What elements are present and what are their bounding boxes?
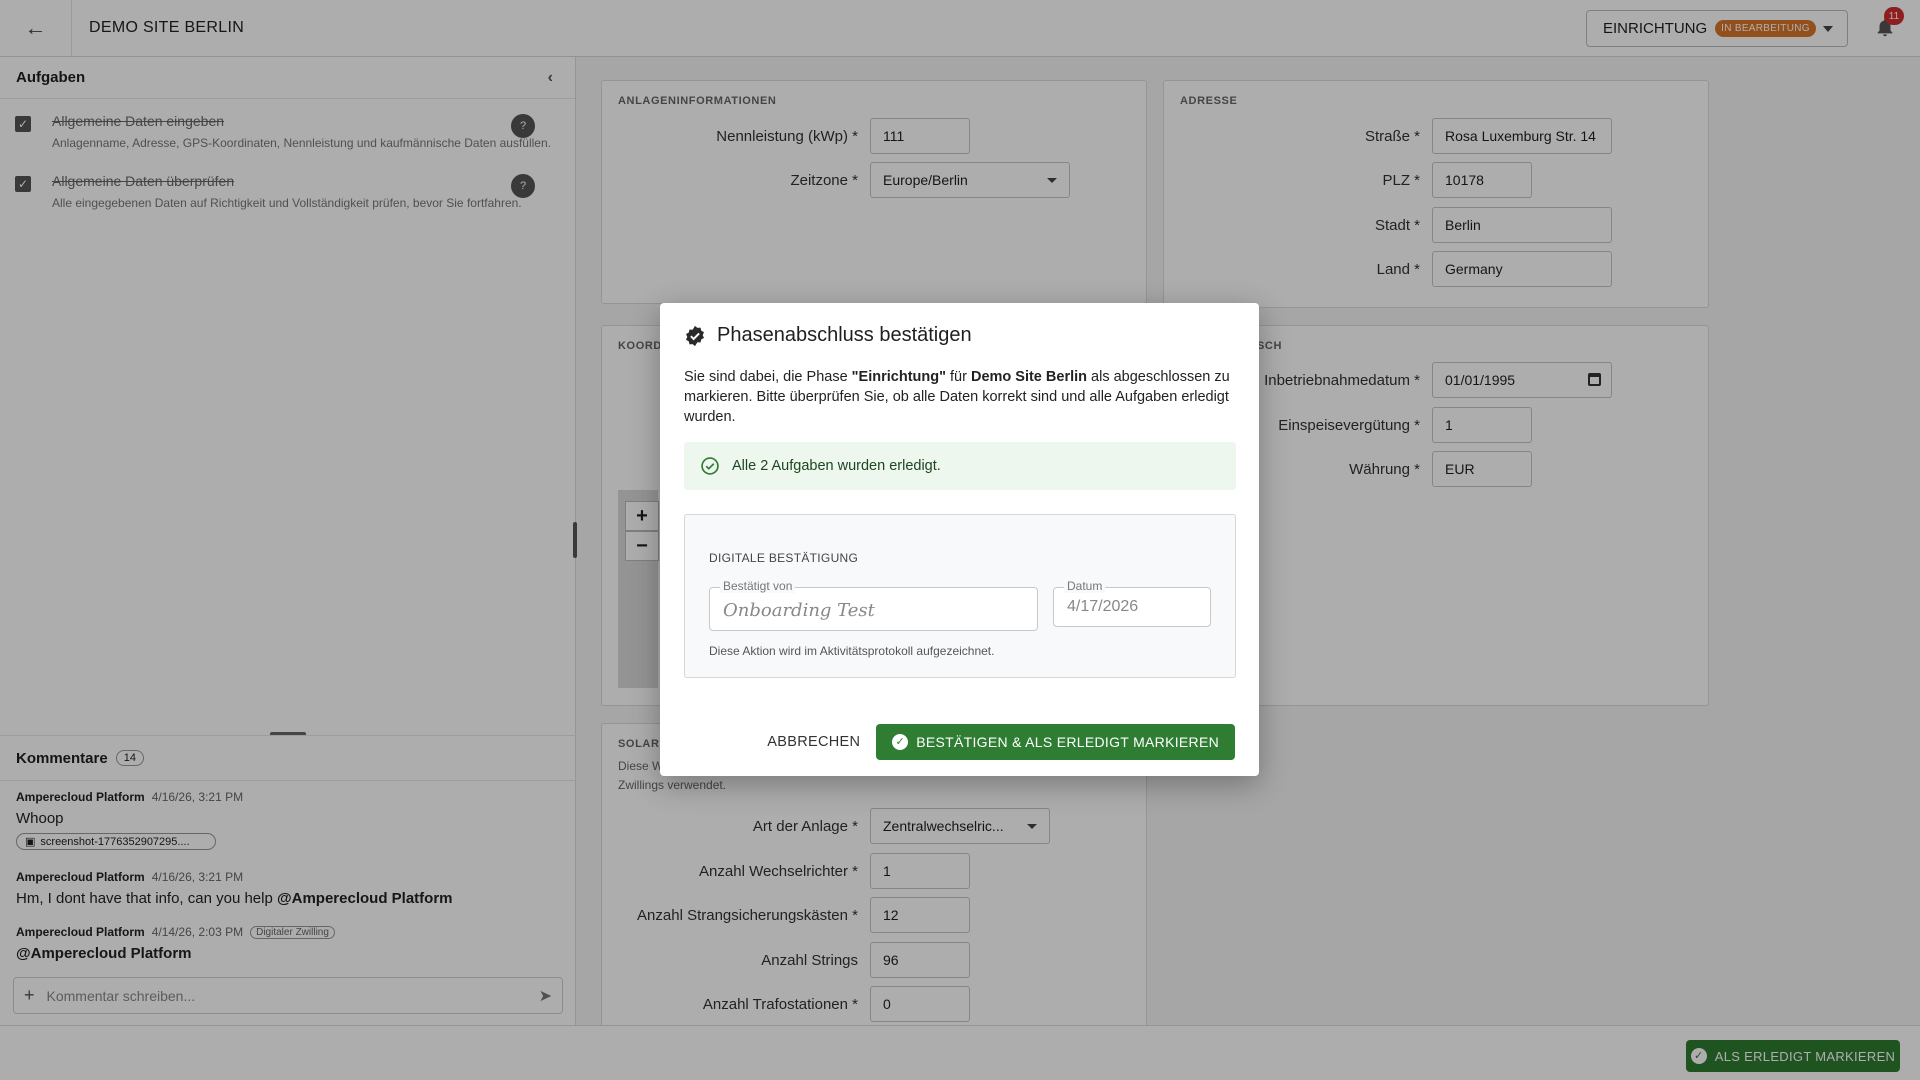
site-name: Demo Site Berlin [970,369,1087,385]
date-field: Datum 4/17/2026 [1053,579,1211,627]
confirm-phase-dialog: Phasenabschluss bestätigen Sie sind dabe… [660,303,1259,776]
confirmed-by-field[interactable]: Bestätigt von Onboarding Test [709,579,1038,631]
confirmed-by-value: Onboarding Test [723,600,875,621]
signature-note: Diese Aktion wird im Aktivitätsprotokoll… [709,644,995,658]
confirm-label: BESTÄTIGEN & ALS ERLEDIGT MARKIEREN [916,734,1219,750]
field-legend: Datum [1064,579,1106,593]
dialog-title-text: Phasenabschluss bestätigen [717,324,972,346]
date-value: 4/17/2026 [1067,598,1139,615]
message-part: für [945,369,971,385]
dialog-actions: ABBRECHEN ✓ BESTÄTIGEN & ALS ERLEDIGT MA… [767,724,1235,760]
phase-name: "Einrichtung" [851,369,946,385]
dialog-title: Phasenabschluss bestätigen [684,324,972,347]
success-text: Alle 2 Aufgaben wurden erledigt. [732,458,941,474]
check-circle-icon: ✓ [892,734,909,750]
check-circle-outline-icon [701,457,719,475]
confirm-button[interactable]: ✓ BESTÄTIGEN & ALS ERLEDIGT MARKIEREN [876,724,1235,760]
success-alert: Alle 2 Aufgaben wurden erledigt. [684,442,1236,490]
verified-icon [686,325,704,346]
dialog-message: Sie sind dabei, die Phase "Einrichtung" … [684,367,1240,427]
signature-title: DIGITALE BESTÄTIGUNG [709,551,859,565]
message-part: Sie sind dabei, die Phase [684,369,852,385]
digital-signature-box: DIGITALE BESTÄTIGUNG Bestätigt von Onboa… [684,514,1236,678]
cancel-button[interactable]: ABBRECHEN [767,728,860,756]
field-legend: Bestätigt von [720,579,796,593]
